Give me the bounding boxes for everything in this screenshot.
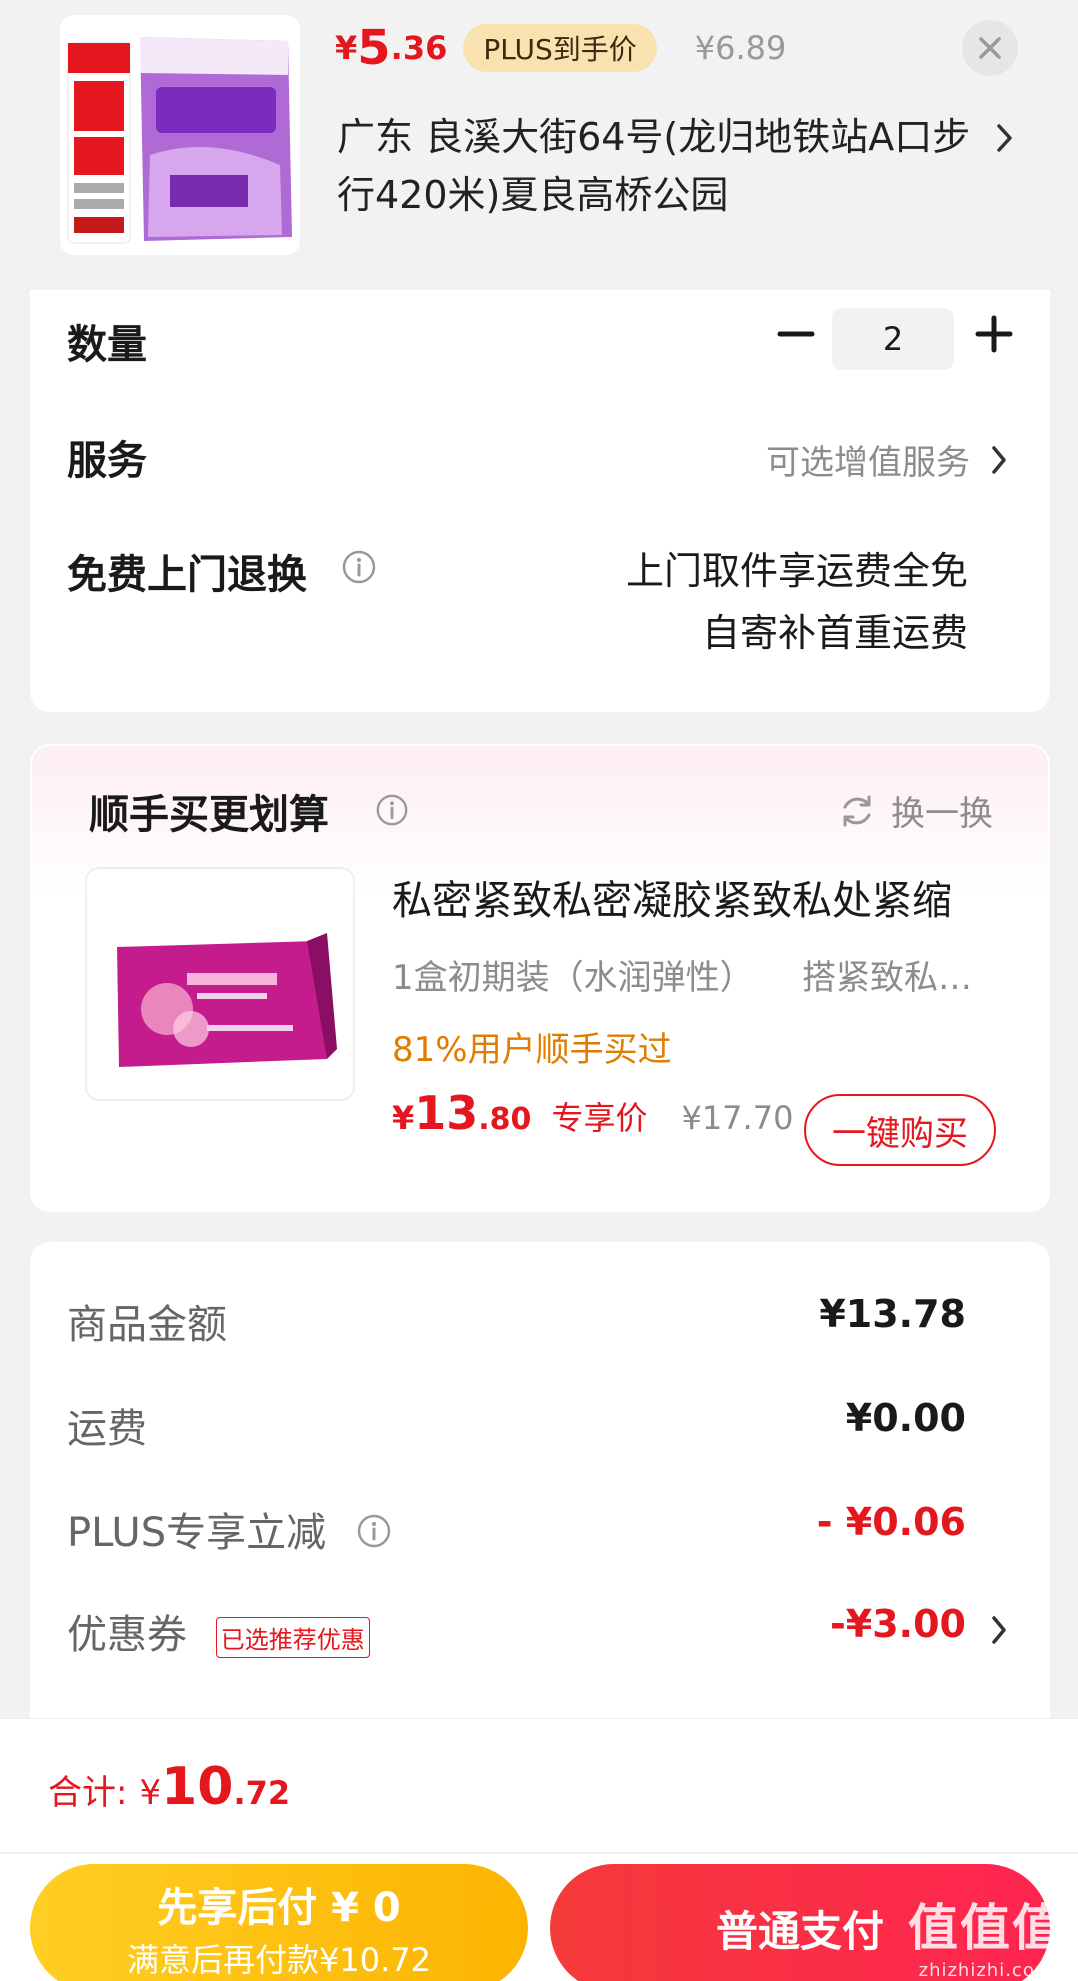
- goods-amount-label: 商品金额: [67, 1302, 227, 1348]
- product-thumbnail: [60, 15, 300, 255]
- upsell-price-integer: 13: [414, 1086, 479, 1140]
- total-integer: 10: [161, 1757, 234, 1817]
- info-icon[interactable]: [340, 548, 378, 586]
- info-icon[interactable]: [374, 792, 410, 828]
- watermark-main: 值值值: [908, 1899, 1064, 1957]
- upsell-original-price: ¥17.70: [681, 1099, 794, 1137]
- upsell-title: 顺手买更划算: [89, 792, 329, 838]
- plus-discount-text: PLUS专享立减: [67, 1510, 327, 1556]
- shipping-value: ¥0.00: [845, 1396, 966, 1440]
- site-watermark: 值值值 zhizhizhi.com: [908, 1888, 1064, 1981]
- price-integer: 5: [357, 20, 391, 76]
- upsell-product-image[interactable]: [85, 867, 355, 1101]
- pay-later-subtitle: 满意后再付款¥10.72: [127, 1941, 431, 1979]
- coupon-label: 优惠券 已选推荐优惠: [67, 1602, 370, 1660]
- upsell-product-spec: 1盒初期装（水润弹性）: [392, 958, 754, 998]
- upsell-price-currency: ¥: [392, 1099, 415, 1137]
- plus-icon[interactable]: [970, 310, 1018, 358]
- upsell-product-name[interactable]: 私密紧致私密凝胶紧致私处紧缩: [392, 868, 952, 926]
- close-button[interactable]: [962, 20, 1018, 76]
- total-label: 合计:: [48, 1773, 128, 1813]
- upsell-social-proof: 81%用户顺手买过: [392, 1030, 672, 1070]
- return-desc-line2: 自寄补首重运费: [701, 611, 968, 655]
- divider: [0, 1852, 1078, 1854]
- total-decimal: .72: [233, 1774, 291, 1812]
- original-price: ¥6.89: [694, 29, 787, 67]
- quantity-label: 数量: [67, 322, 147, 368]
- shipping-label: 运费: [67, 1406, 147, 1452]
- product-header: ¥ 5 .36 PLUS到手价 ¥6.89 广东 良溪大街64号(龙归地铁站A口…: [0, 0, 1078, 290]
- order-total: 合计: ¥ 10 .72: [48, 1757, 290, 1817]
- quantity-stepper[interactable]: 2: [832, 308, 954, 370]
- pay-later-button[interactable]: 先享后付 ¥ 0 满意后再付款¥10.72: [30, 1864, 528, 1981]
- price-currency: ¥: [335, 29, 358, 67]
- chevron-right-icon[interactable]: [990, 118, 1020, 158]
- pay-later-title: 先享后付 ¥ 0: [157, 1885, 401, 1931]
- free-return-label: 免费上门退换: [67, 552, 307, 598]
- refresh-icon: [843, 795, 871, 826]
- watermark-sub: zhizhizhi.com: [918, 1960, 1054, 1981]
- order-options-card: 数量 2 服务 可选增值服务 免费上门退换 上门取件享运费全免 自寄补首重运费: [30, 290, 1050, 712]
- chevron-right-icon[interactable]: [986, 442, 1012, 478]
- free-return-description: 上门取件享运费全免 自寄补首重运费: [626, 540, 968, 664]
- coupon-recommended-tag: 已选推荐优惠: [215, 1616, 370, 1658]
- one-click-buy-button[interactable]: 一键购买: [804, 1094, 996, 1166]
- plus-price-badge: PLUS到手价: [463, 24, 657, 72]
- total-currency: ¥: [139, 1773, 162, 1813]
- chevron-right-icon[interactable]: [986, 1612, 1012, 1648]
- info-icon[interactable]: [355, 1512, 393, 1550]
- return-desc-line1: 上门取件享运费全免: [625, 549, 968, 593]
- delivery-address[interactable]: 广东 良溪大街64号(龙归地铁站A口步行420米)夏良高桥公园: [337, 108, 977, 224]
- service-value[interactable]: 可选增值服务: [766, 435, 970, 484]
- close-icon: [979, 37, 1001, 59]
- swap-label: 换一换: [891, 794, 993, 834]
- plus-discount-label: PLUS专享立减: [67, 1500, 393, 1558]
- plus-discount-value: - ¥0.06: [816, 1500, 966, 1544]
- coupon-text: 优惠券: [67, 1612, 187, 1658]
- price-row: ¥ 5 .36 PLUS到手价 ¥6.89: [335, 18, 786, 78]
- upsell-product-spec-extra: 搭紧致私…: [802, 958, 972, 998]
- upsell-price-tag: 专享价: [551, 1099, 648, 1137]
- upsell-card: 顺手买更划算 换一换 私密紧致私密凝胶紧致私处紧缩 1盒初期装（水润弹性） 搭紧…: [30, 744, 1050, 1212]
- coupon-value[interactable]: -¥3.00: [830, 1602, 966, 1646]
- price-decimal: .36: [390, 29, 448, 67]
- fee-summary-card: 商品金额 ¥13.78 运费 ¥0.00 PLUS专享立减 - ¥0.06 优惠…: [30, 1242, 1050, 1722]
- upsell-price: ¥ 13 .80 专享价 ¥17.70: [392, 1086, 793, 1140]
- swap-button[interactable]: 换一换: [837, 786, 993, 835]
- service-label: 服务: [67, 438, 147, 484]
- minus-icon[interactable]: [772, 310, 820, 358]
- upsell-price-decimal: .80: [478, 1102, 532, 1137]
- goods-amount-value: ¥13.78: [819, 1292, 966, 1336]
